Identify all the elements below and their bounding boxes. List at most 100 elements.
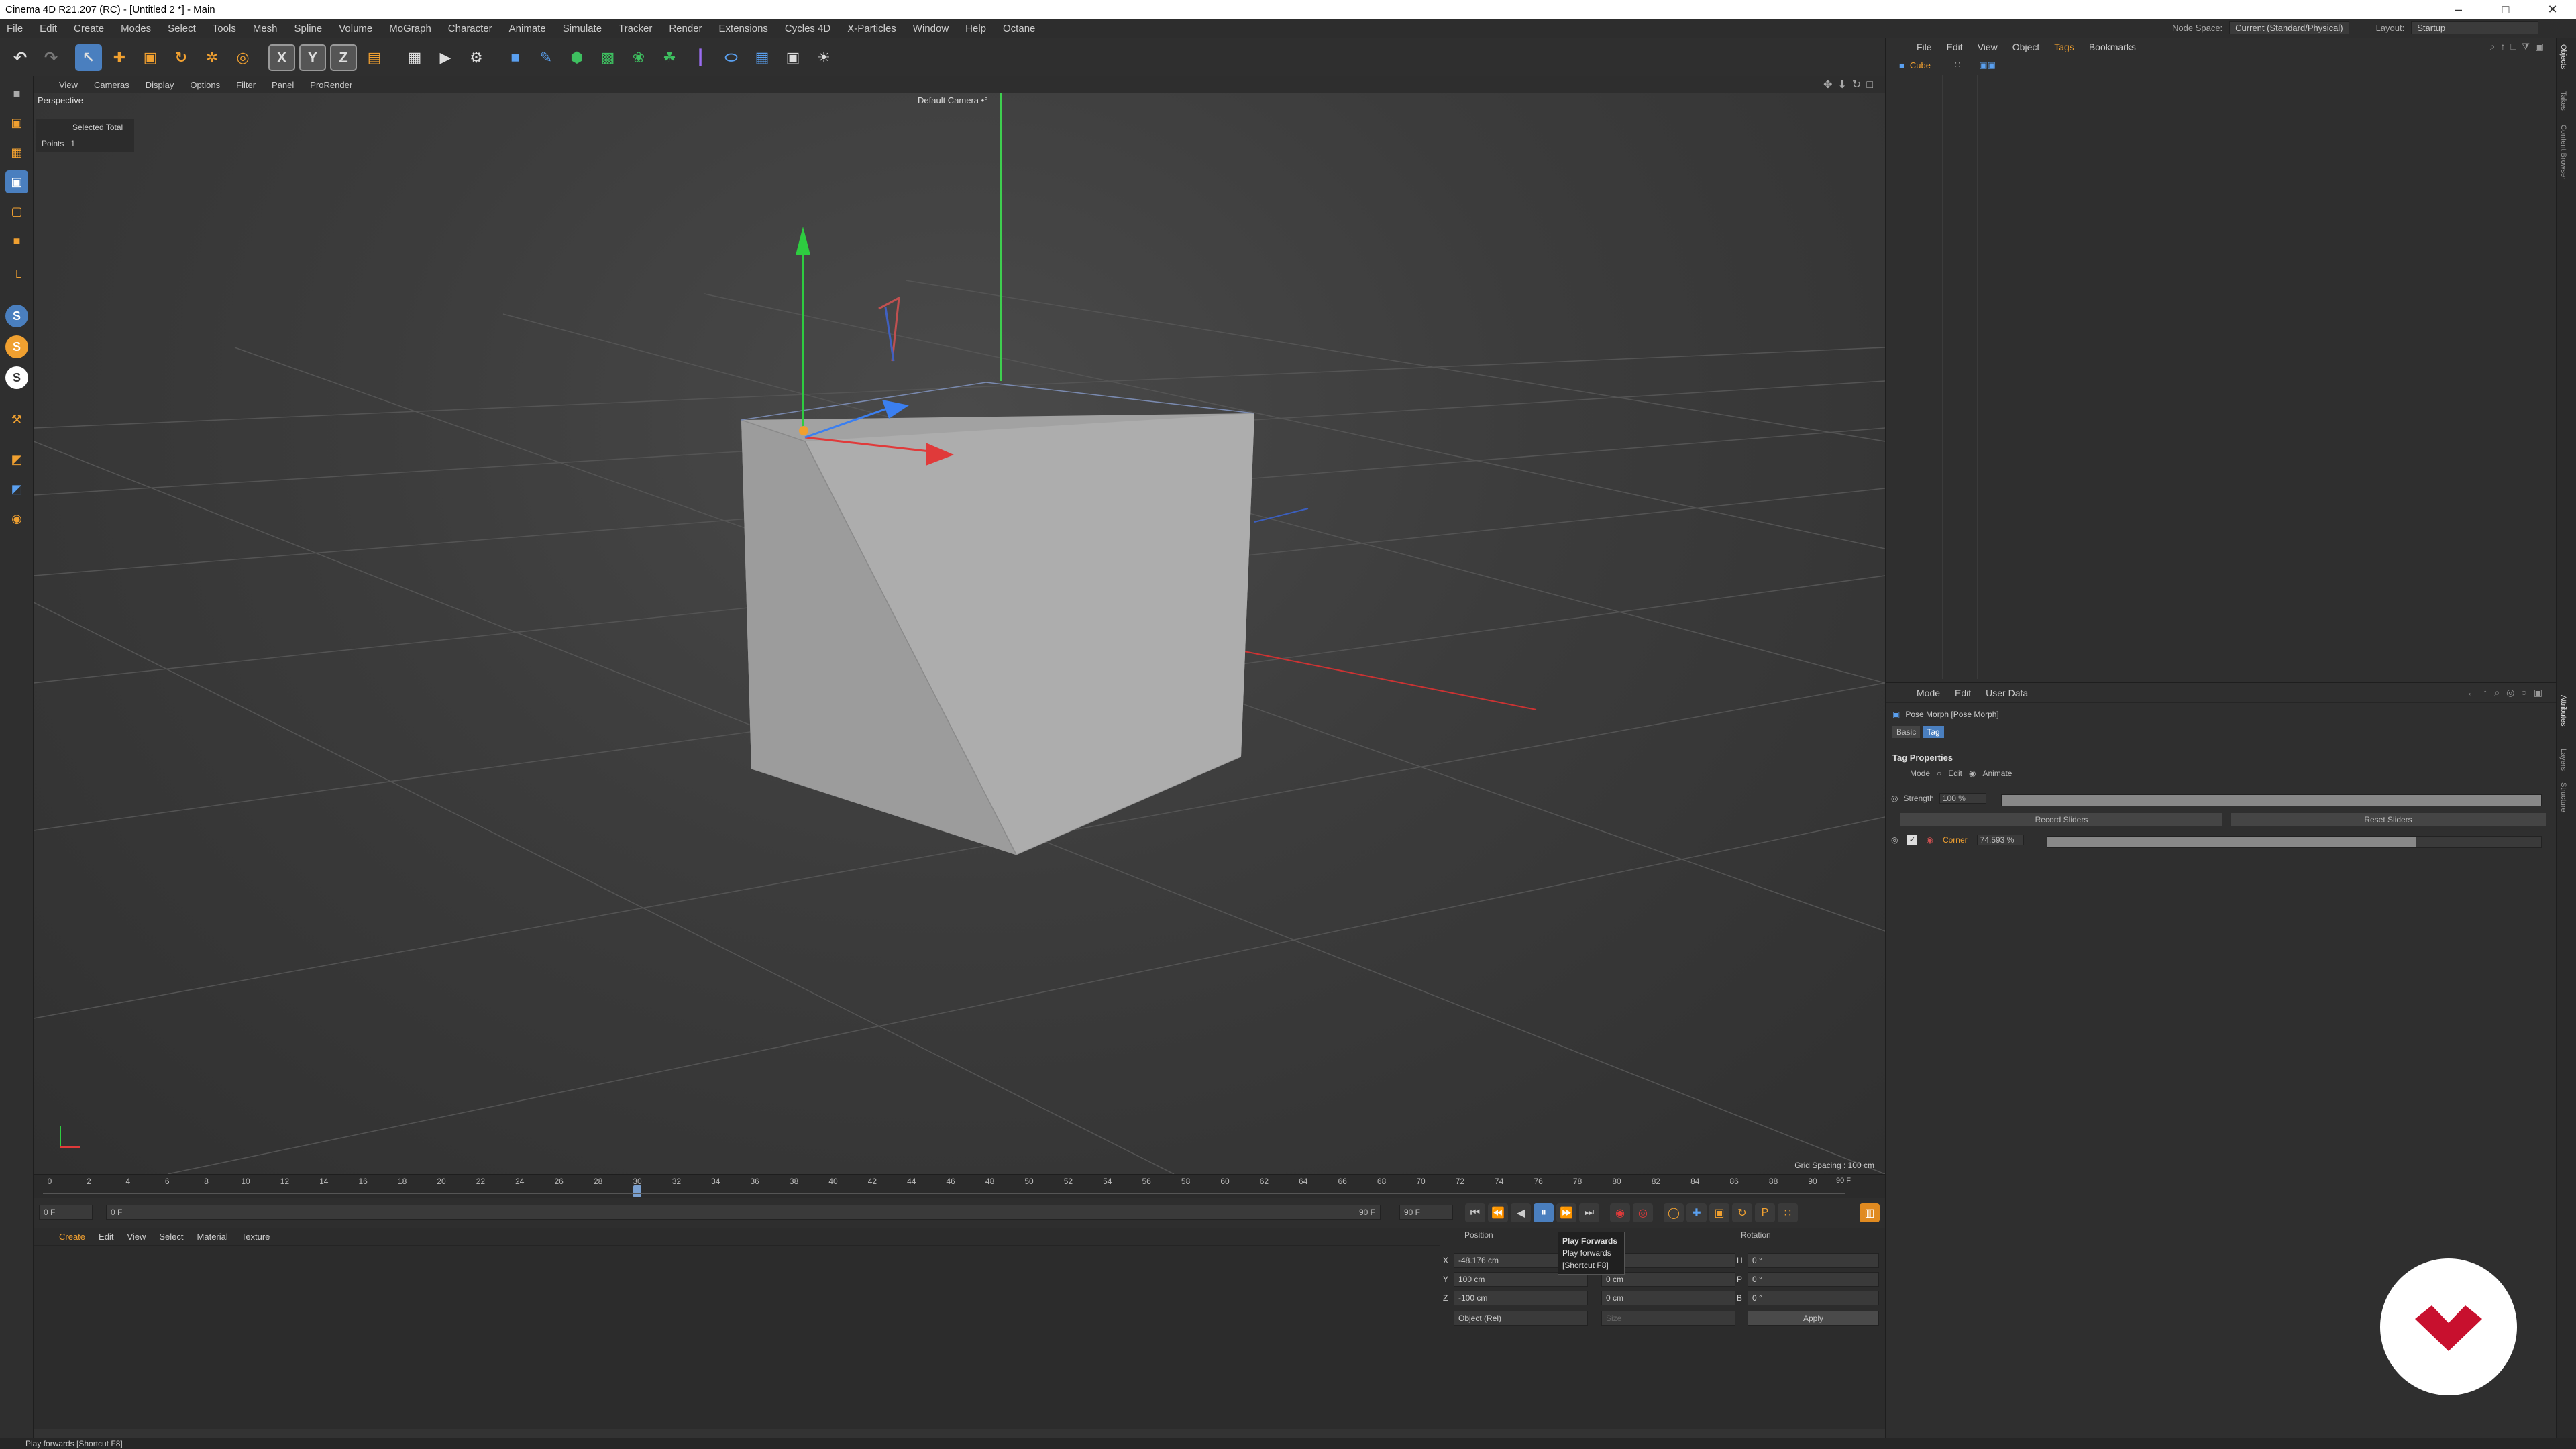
object-row-cube[interactable]: ■ Cube ∷ ▣▣: [1886, 56, 2556, 74]
objects-menu-view[interactable]: View: [1978, 42, 1998, 52]
goto-next-key-icon[interactable]: ⏩: [1556, 1203, 1576, 1222]
point-level-key-icon[interactable]: ∷: [1778, 1203, 1798, 1222]
render-settings-icon[interactable]: ⚙: [463, 44, 490, 71]
menu-mesh[interactable]: Mesh: [245, 23, 286, 34]
strength-key-icon[interactable]: ◎: [1891, 794, 1898, 803]
attributes-menu-userdata[interactable]: User Data: [1986, 688, 2028, 698]
position-key-icon[interactable]: ✚: [1686, 1203, 1707, 1222]
visibility-dots-icon[interactable]: ∷: [1955, 60, 1960, 70]
tab-takes[interactable]: Takes: [2559, 91, 2567, 111]
array-icon[interactable]: ▩: [594, 44, 621, 71]
objects-menu-tags[interactable]: Tags: [2054, 42, 2074, 52]
viewport-menu-prorender[interactable]: ProRender: [310, 80, 352, 90]
tab-structure[interactable]: Structure: [2559, 782, 2567, 812]
strength-field[interactable]: 100 %: [1939, 793, 1986, 804]
viewport-menu-panel[interactable]: Panel: [272, 80, 294, 90]
select-tool-icon[interactable]: ↖: [75, 44, 102, 71]
goto-start-icon[interactable]: ⏮: [1465, 1203, 1485, 1222]
menu-character[interactable]: Character: [440, 23, 501, 34]
parameter-key-icon[interactable]: P: [1755, 1203, 1775, 1222]
morph-value-field[interactable]: 74.593 %: [1976, 835, 2024, 845]
material-menu-edit[interactable]: Edit: [99, 1232, 113, 1242]
y-axis-lock-button[interactable]: Y: [299, 44, 326, 71]
play-backwards-icon[interactable]: ◀: [1511, 1203, 1531, 1222]
menu-help[interactable]: Help: [957, 23, 995, 34]
menu-tracker[interactable]: Tracker: [610, 23, 661, 34]
edges-mode-icon[interactable]: ▢: [5, 200, 28, 223]
menu-modes[interactable]: Modes: [113, 23, 160, 34]
coord-mode-dropdown[interactable]: Object (Rel): [1454, 1311, 1588, 1326]
menu-xparticles[interactable]: X-Particles: [839, 23, 905, 34]
recent-tools-icon[interactable]: ✲: [199, 44, 225, 71]
menu-animate[interactable]: Animate: [501, 23, 555, 34]
timeline-window-icon[interactable]: ▥: [1860, 1203, 1880, 1222]
axis-mode-icon[interactable]: └: [5, 266, 28, 288]
scale-key-icon[interactable]: ▣: [1709, 1203, 1729, 1222]
morph-key-icon[interactable]: ◎: [1891, 835, 1898, 845]
deformer-icon[interactable]: ☘: [656, 44, 683, 71]
pose-morph-tag-icon[interactable]: ▣▣: [1979, 60, 1996, 70]
viewport-menu-filter[interactable]: Filter: [236, 80, 256, 90]
objects-menu-object[interactable]: Object: [2012, 42, 2039, 52]
max-frame-field[interactable]: 90 F: [1399, 1205, 1453, 1220]
cube-icon[interactable]: ■: [502, 44, 529, 71]
morph-slider[interactable]: [2047, 836, 2542, 848]
menu-mograph[interactable]: MoGraph: [381, 23, 440, 34]
mode-animate-radio[interactable]: ◉: [1969, 769, 1976, 778]
preview-range-slider[interactable]: 0 F: [106, 1205, 1381, 1220]
workplane-icon[interactable]: ◩: [5, 448, 28, 471]
layout-dropdown[interactable]: Startup: [2411, 21, 2539, 34]
make-editable-icon[interactable]: ■: [5, 82, 28, 105]
points-mode-icon[interactable]: ▣: [5, 170, 28, 193]
texture-mode-icon[interactable]: ▦: [5, 141, 28, 164]
rotate-tool-icon[interactable]: ↻: [168, 44, 195, 71]
snap-settings-icon[interactable]: S: [5, 335, 28, 358]
autokeying-icon[interactable]: ◎: [1633, 1203, 1653, 1222]
tab-attributes[interactable]: Attributes: [2559, 695, 2567, 726]
material-menu-texture[interactable]: Texture: [241, 1232, 270, 1242]
viewport-menu-display[interactable]: Display: [146, 80, 174, 90]
attributes-menu-mode[interactable]: Mode: [1917, 688, 1940, 698]
goto-previous-key-icon[interactable]: ⏪: [1488, 1203, 1508, 1222]
subdivision-icon[interactable]: ⬢: [564, 44, 590, 71]
viewport-menu-options[interactable]: Options: [190, 80, 220, 90]
workplane-snap-icon[interactable]: S: [5, 366, 28, 389]
viewport-menu-view[interactable]: View: [59, 80, 78, 90]
camera-icon[interactable]: ▣: [780, 44, 806, 71]
rotation-key-icon[interactable]: ↻: [1732, 1203, 1752, 1222]
rotation-h-field[interactable]: 0 °: [1748, 1253, 1879, 1268]
menu-render[interactable]: Render: [661, 23, 710, 34]
timeline-ruler[interactable]: 0 2 4 6 8 10 12 14 16 18 20 22 24 26 28 30 32 34 36 38 40 42 4…: [34, 1174, 1885, 1198]
record-sliders-button[interactable]: Record Sliders: [1900, 813, 2222, 826]
menu-tools[interactable]: Tools: [205, 23, 245, 34]
objects-menu-file[interactable]: File: [1917, 42, 1932, 52]
objects-menu-bookmarks[interactable]: Bookmarks: [2089, 42, 2136, 52]
object-name[interactable]: Cube: [1910, 60, 1931, 70]
size-mode-dropdown[interactable]: Size: [1601, 1311, 1735, 1326]
menu-cycles4d[interactable]: Cycles 4D: [777, 23, 839, 34]
gizmo-center-handle[interactable]: [799, 426, 808, 435]
planar-workplane-icon[interactable]: ◩: [5, 478, 28, 500]
rotation-b-field[interactable]: 0 °: [1748, 1291, 1879, 1305]
polygons-mode-icon[interactable]: ■: [5, 229, 28, 252]
viewport-nav-icons[interactable]: ✥⬇↻□: [1823, 78, 1878, 91]
material-menu-select[interactable]: Select: [159, 1232, 183, 1242]
snap-icon[interactable]: S: [5, 305, 28, 327]
material-menu-material[interactable]: Material: [197, 1232, 228, 1242]
redo-icon[interactable]: ↷: [38, 44, 64, 71]
size-z-field[interactable]: 0 cm: [1601, 1291, 1735, 1305]
menu-select[interactable]: Select: [160, 23, 205, 34]
node-space-dropdown[interactable]: Current (Standard/Physical): [2229, 21, 2349, 34]
render-region-icon[interactable]: ▦: [401, 44, 428, 71]
rotation-p-field[interactable]: 0 °: [1748, 1272, 1879, 1287]
minimize-button[interactable]: –: [2435, 3, 2482, 17]
move-tool-icon[interactable]: ✚: [106, 44, 133, 71]
tweak-mode-icon[interactable]: ◉: [5, 507, 28, 530]
objects-menu-edit[interactable]: Edit: [1947, 42, 1963, 52]
maximize-button[interactable]: □: [2482, 3, 2529, 17]
scene-icon[interactable]: ⬭: [718, 44, 745, 71]
live-selection-icon[interactable]: ◎: [229, 44, 256, 71]
menu-simulate[interactable]: Simulate: [555, 23, 610, 34]
mograph-cloner-icon[interactable]: ❀: [625, 44, 652, 71]
camera-label[interactable]: Default Camera •°: [918, 95, 987, 105]
